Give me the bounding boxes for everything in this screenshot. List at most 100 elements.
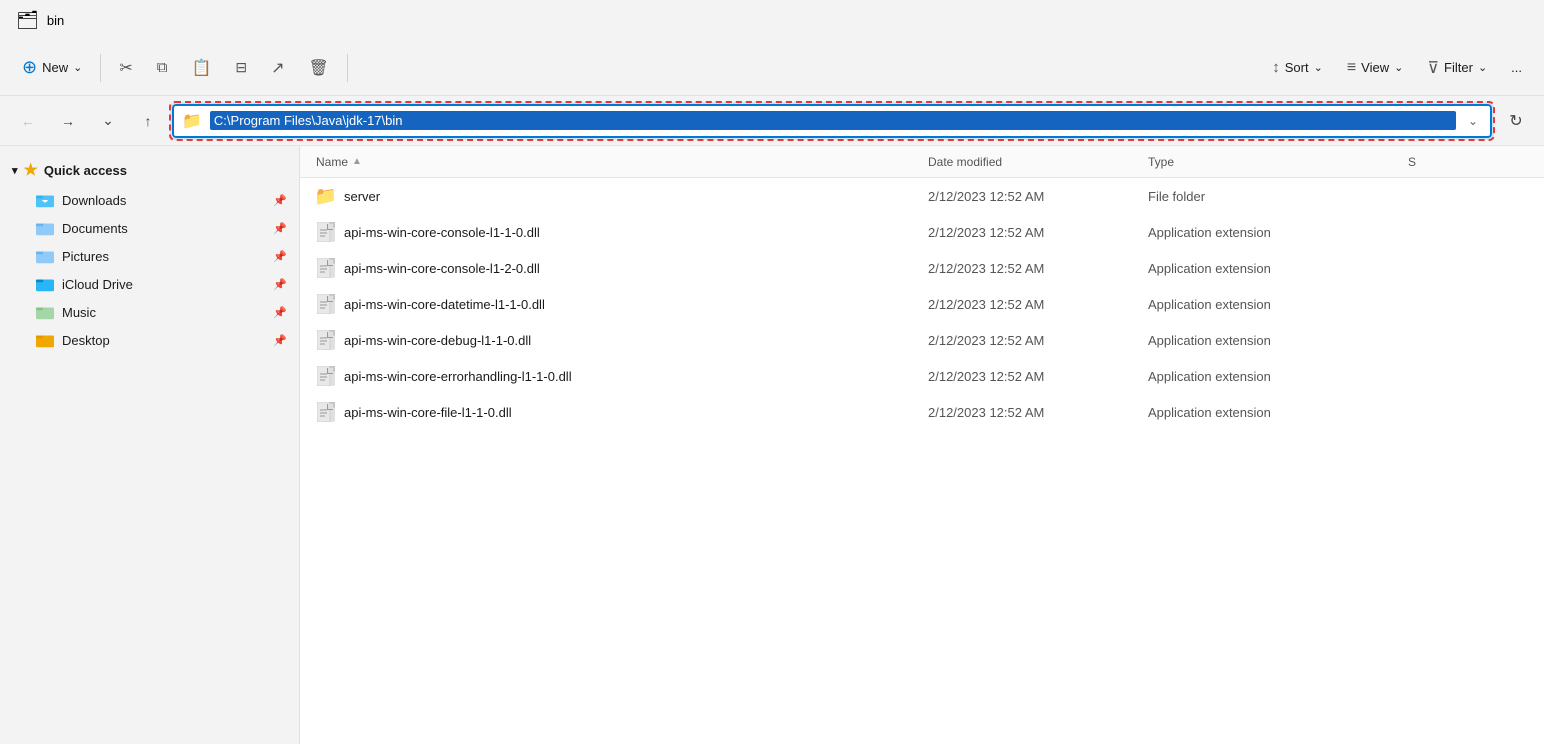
file-row[interactable]: api-ms-win-core-console-l1-1-0.dll 2/12/… (300, 214, 1544, 250)
file-name-cell: api-ms-win-core-datetime-l1-1-0.dll (316, 294, 928, 314)
quick-access-star-icon: ★ (24, 160, 38, 180)
file-name: api-ms-win-core-datetime-l1-1-0.dll (344, 297, 545, 312)
view-label: View (1361, 60, 1389, 75)
recent-locations-button[interactable]: ⌄ (92, 105, 124, 137)
rename-button[interactable]: ⊟ (225, 50, 257, 86)
col-name-label: Name (316, 155, 348, 169)
file-name-cell: api-ms-win-core-console-l1-2-0.dll (316, 258, 928, 278)
file-type: Application extension (1148, 333, 1408, 348)
dll-file-icon (317, 402, 335, 422)
filter-button[interactable]: ⊽ Filter ⌄ (1417, 50, 1497, 86)
view-button[interactable]: ≡ View ⌄ (1337, 50, 1414, 86)
file-icon: 📁 (316, 186, 336, 206)
file-type: Application extension (1148, 261, 1408, 276)
file-row[interactable]: api-ms-win-core-file-l1-1-0.dll 2/12/202… (300, 394, 1544, 430)
col-header-name[interactable]: Name ▲ (316, 155, 928, 169)
pictures-label: Pictures (62, 249, 109, 264)
file-name: api-ms-win-core-console-l1-2-0.dll (344, 261, 540, 276)
file-row[interactable]: 📁 server 2/12/2023 12:52 AM File folder (300, 178, 1544, 214)
toolbar: ⊕ New ⌄ ✂ ⧉ 📋 ⊟ ↗ 🗑 ↕ Sort ⌄ ≡ View ⌄ ⊽ … (0, 40, 1544, 96)
forward-button[interactable]: → (52, 105, 84, 137)
file-name-cell: api-ms-win-core-debug-l1-1-0.dll (316, 330, 928, 350)
sidebar-item-downloads[interactable]: Downloads 📌 (0, 186, 299, 214)
file-name-cell: api-ms-win-core-console-l1-1-0.dll (316, 222, 928, 242)
dll-file-icon (317, 294, 335, 314)
documents-pin-icon: 📌 (273, 222, 287, 235)
sidebar: ▾ ★ Quick access Downloads 📌 Documents 📌 (0, 146, 300, 744)
music-label: Music (62, 305, 96, 320)
sort-arrow-icon: ▲ (352, 156, 362, 167)
file-type: File folder (1148, 189, 1408, 204)
col-date-label: Date modified (928, 155, 1002, 169)
file-name-cell: 📁 server (316, 186, 928, 206)
address-bar[interactable]: 📁 ⌄ (172, 104, 1492, 138)
file-name-cell: api-ms-win-core-file-l1-1-0.dll (316, 402, 928, 422)
downloads-label: Downloads (62, 193, 126, 208)
file-row[interactable]: api-ms-win-core-console-l1-2-0.dll 2/12/… (300, 250, 1544, 286)
col-header-date[interactable]: Date modified (928, 155, 1148, 169)
chevron-down-icon: ⌄ (73, 61, 82, 74)
file-name: api-ms-win-core-console-l1-1-0.dll (344, 225, 540, 240)
copy-button[interactable]: ⧉ (147, 50, 178, 86)
file-list: 📁 server 2/12/2023 12:52 AM File folder … (300, 178, 1544, 744)
sidebar-quick-access[interactable]: ▾ ★ Quick access (0, 154, 299, 186)
downloads-pin-icon: 📌 (273, 194, 287, 207)
file-row[interactable]: api-ms-win-core-debug-l1-1-0.dll 2/12/20… (300, 322, 1544, 358)
address-dropdown-button[interactable]: ⌄ (1464, 112, 1482, 130)
title-bar-text: bin (47, 13, 64, 28)
more-label: ... (1511, 60, 1522, 75)
up-button[interactable]: ↑ (132, 105, 164, 137)
delete-button[interactable]: 🗑 (299, 50, 339, 86)
file-name-cell: api-ms-win-core-errorhandling-l1-1-0.dll (316, 366, 928, 386)
file-icon (316, 294, 336, 314)
file-date-modified: 2/12/2023 12:52 AM (928, 225, 1148, 240)
paste-button[interactable]: 📋 (181, 50, 221, 86)
filter-label: Filter (1444, 60, 1473, 75)
title-bar-icon: 🗂 (16, 10, 39, 31)
cut-button[interactable]: ✂ (109, 50, 142, 86)
pictures-pin-icon: 📌 (273, 250, 287, 263)
content-area: Name ▲ Date modified Type S 📁 server 2/1… (300, 146, 1544, 744)
documents-label: Documents (62, 221, 128, 236)
sort-label: Sort (1285, 60, 1309, 75)
more-button[interactable]: ... (1501, 50, 1532, 86)
share-button[interactable]: ↗ (261, 50, 294, 86)
col-header-type[interactable]: Type (1148, 155, 1408, 169)
music-folder-icon (36, 303, 54, 321)
sidebar-item-icloud[interactable]: iCloud Drive 📌 (0, 270, 299, 298)
chevron-down-icon: ▾ (12, 164, 18, 177)
sort-icon: ↕ (1272, 59, 1280, 76)
file-icon (316, 402, 336, 422)
sidebar-item-desktop[interactable]: Desktop 📌 (0, 326, 299, 354)
cut-icon: ✂ (119, 58, 132, 78)
sort-button[interactable]: ↕ Sort ⌄ (1262, 50, 1333, 86)
file-date-modified: 2/12/2023 12:52 AM (928, 333, 1148, 348)
col-header-size[interactable]: S (1408, 155, 1528, 169)
file-type: Application extension (1148, 369, 1408, 384)
documents-folder-icon (36, 219, 54, 237)
file-row[interactable]: api-ms-win-core-datetime-l1-1-0.dll 2/12… (300, 286, 1544, 322)
file-icon (316, 330, 336, 350)
new-label: New (42, 60, 68, 75)
file-name: server (344, 189, 380, 204)
copy-icon: ⧉ (157, 59, 168, 76)
dll-file-icon (317, 366, 335, 386)
sidebar-item-pictures[interactable]: Pictures 📌 (0, 242, 299, 270)
refresh-button[interactable]: ↻ (1500, 105, 1532, 137)
icloud-pin-icon: 📌 (273, 278, 287, 291)
back-button[interactable]: ← (12, 105, 44, 137)
address-input[interactable] (210, 111, 1456, 130)
folder-icon: 📁 (315, 186, 337, 207)
quick-access-label: Quick access (44, 163, 127, 178)
file-name: api-ms-win-core-errorhandling-l1-1-0.dll (344, 369, 572, 384)
file-date-modified: 2/12/2023 12:52 AM (928, 297, 1148, 312)
delete-icon: 🗑 (309, 58, 329, 78)
file-type: Application extension (1148, 405, 1408, 420)
file-row[interactable]: api-ms-win-core-errorhandling-l1-1-0.dll… (300, 358, 1544, 394)
icloud-label: iCloud Drive (62, 277, 133, 292)
new-button[interactable]: ⊕ New ⌄ (12, 50, 92, 86)
sidebar-item-music[interactable]: Music 📌 (0, 298, 299, 326)
toolbar-separator-1 (100, 54, 101, 82)
desktop-label: Desktop (62, 333, 110, 348)
sidebar-item-documents[interactable]: Documents 📌 (0, 214, 299, 242)
